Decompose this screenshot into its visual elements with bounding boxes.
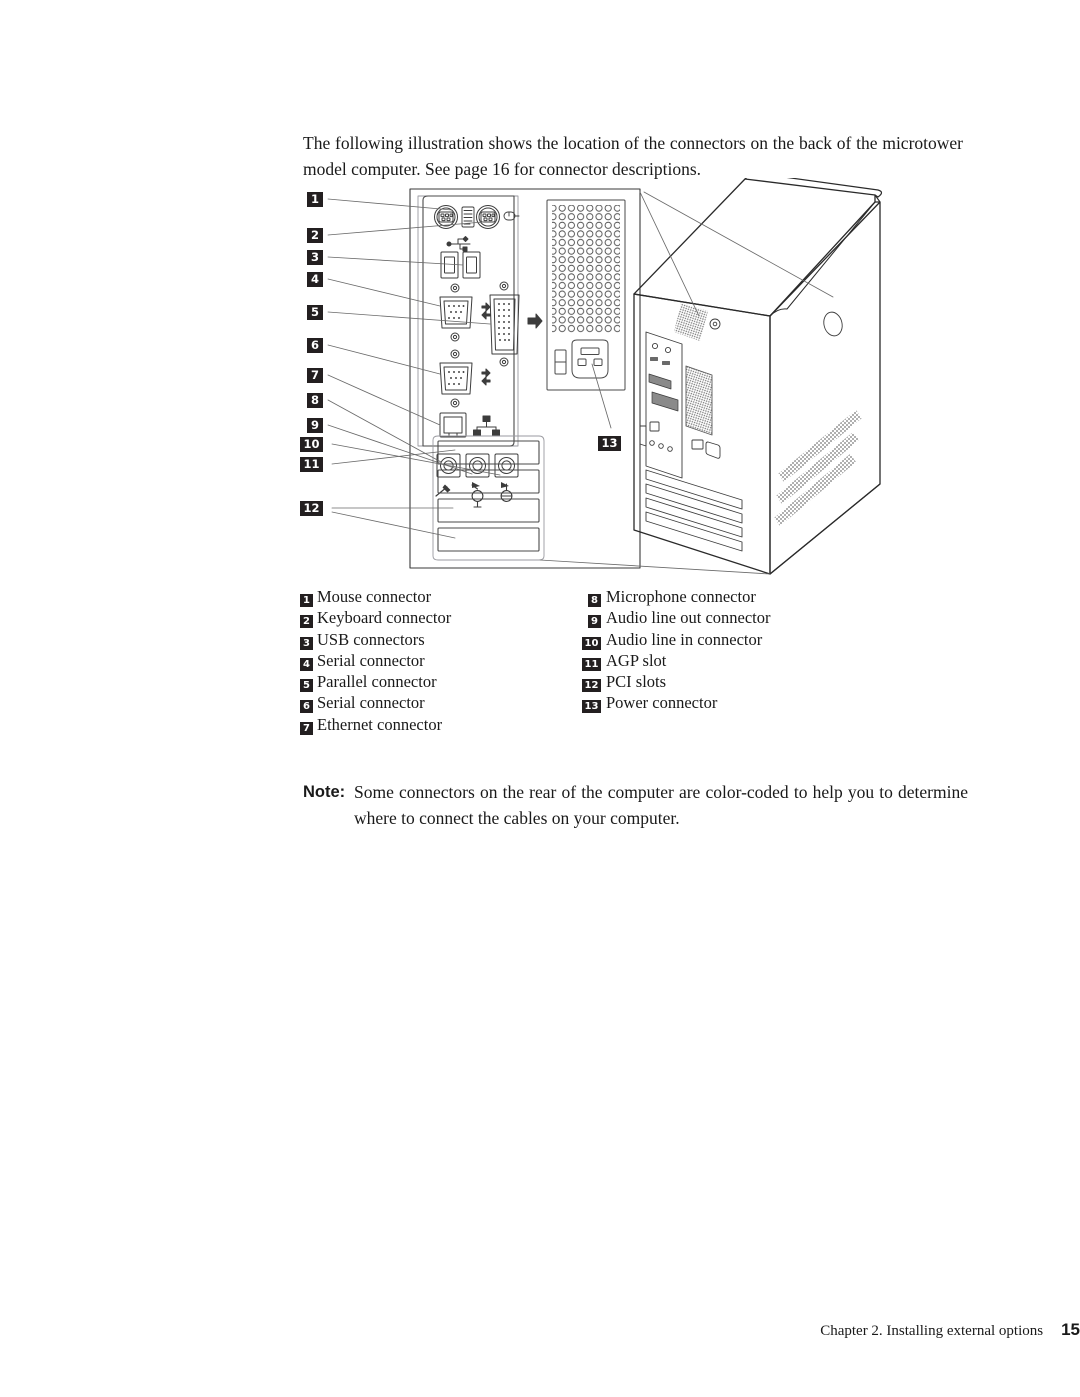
callout-badge-5: 5: [307, 305, 323, 320]
footer-chapter: Chapter 2. Installing external options: [820, 1323, 1044, 1339]
legend-item-11: 11 AGP slot: [582, 650, 888, 673]
legend-item-8: 8 Microphone connector: [588, 588, 888, 609]
callout-badge-6: 6: [307, 338, 323, 353]
legend-badge-5: 5: [300, 679, 313, 693]
legend-item-1: 1 Mouse connector: [300, 588, 580, 609]
illustration-svg: [327, 178, 883, 575]
legend-item-5: 5 Parallel connector: [300, 673, 580, 694]
page-footer: Chapter 2. Installing external options 15: [0, 1320, 1080, 1340]
legend-label-6: Serial connector: [317, 693, 425, 713]
legend-label-12: PCI slots: [606, 672, 667, 692]
note-label: Note:: [303, 783, 346, 801]
legend-item-4: 4 Serial connector: [300, 652, 580, 673]
legend-label-7: Ethernet connector: [317, 714, 443, 734]
legend-badge-6: 6: [300, 700, 313, 714]
callout-badge-12: 12: [300, 501, 323, 516]
legend-badge-1: 1: [300, 594, 313, 607]
legend-item-13: 13 Power connector: [582, 693, 888, 715]
legend-column-left: 1 Mouse connector 2 Keyboard connector 3…: [300, 588, 580, 737]
legend-label-3: USB connectors: [317, 629, 425, 649]
legend-label-13: Power connector: [606, 693, 718, 713]
legend-item-10: 10 Audio line in connector: [582, 629, 888, 652]
legend-badge-10: 10: [582, 636, 601, 650]
legend-label-1: Mouse connector: [317, 587, 432, 606]
legend-badge-2: 2: [300, 615, 313, 629]
legend-badge-3: 3: [300, 636, 313, 650]
callout-badge-1: 1: [307, 192, 323, 207]
note-block: Note: Some connectors on the rear of the…: [303, 778, 968, 831]
callout-badge-10: 10: [300, 437, 323, 452]
callout-badge-11: 11: [300, 457, 323, 472]
callout-badge-8: 8: [307, 393, 323, 408]
callout-badge-13: 13: [598, 436, 621, 451]
legend-item-9: 9 Audio line out connector: [588, 609, 888, 630]
callout-badge-2: 2: [307, 228, 323, 243]
rear-connectors-illustration: 1 2 3 4 5 6 7 8 9 10 11 12 13: [300, 178, 900, 578]
legend-label-10: Audio line in connector: [606, 629, 763, 649]
legend-label-11: AGP slot: [606, 650, 667, 670]
callout-badge-4: 4: [307, 272, 323, 287]
legend-badge-4: 4: [300, 657, 313, 671]
legend-label-2: Keyboard connector: [317, 608, 452, 628]
legend-label-9: Audio line out connector: [606, 608, 771, 628]
callout-badge-7: 7: [307, 368, 323, 383]
legend-item-2: 2 Keyboard connector: [300, 609, 580, 630]
callout-badge-3: 3: [307, 250, 323, 265]
footer-page-number: 15: [1061, 1320, 1080, 1339]
note-text: Some connectors on the rear of the compu…: [354, 782, 968, 828]
legend-badge-13: 13: [582, 700, 601, 714]
legend-item-3: 3 USB connectors: [300, 631, 580, 652]
legend-badge-11: 11: [582, 657, 601, 671]
legend-item-6: 6 Serial connector: [300, 694, 580, 715]
legend-badge-7: 7: [300, 721, 313, 735]
callout-badge-9: 9: [307, 418, 323, 433]
legend-item-12: 12 PCI slots: [582, 672, 888, 694]
legend-label-8: Microphone connector: [606, 587, 756, 606]
intro-paragraph: The following illustration shows the loc…: [303, 132, 963, 179]
legend-label-4: Serial connector: [317, 650, 425, 670]
legend-badge-12: 12: [582, 679, 601, 693]
legend-badge-8: 8: [588, 594, 601, 607]
legend-column-right: 8 Microphone connector 9 Audio line out …: [582, 588, 888, 716]
legend-badge-9: 9: [588, 615, 601, 629]
legend-item-7: 7 Ethernet connector: [300, 716, 580, 737]
legend-label-5: Parallel connector: [317, 672, 437, 692]
